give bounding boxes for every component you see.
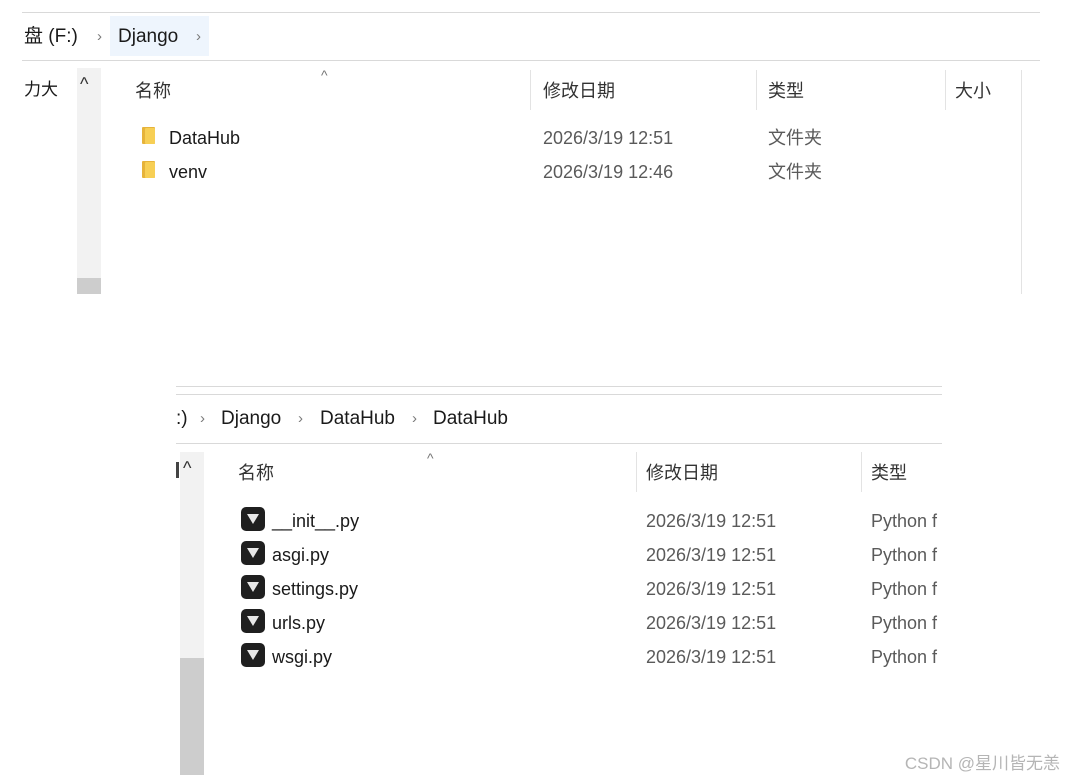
file-date: 2026/3/19 12:51 [646,647,777,667]
file-date: 2026/3/19 12:51 [646,579,777,599]
right-pane-divider [1021,70,1022,294]
python-file-icon [241,541,265,565]
python-file-icon [241,575,265,599]
file-date: 2026/3/19 12:51 [646,545,777,565]
file-list: __init__.py 2026/3/19 12:51 Python f asg… [0,0,942,780]
file-type: Python f [871,511,938,531]
file-name[interactable]: urls.py [272,611,325,635]
file-type: Python f [871,545,938,565]
python-file-icon [241,609,265,633]
watermark: CSDN @星川皆无恙 [904,754,1060,773]
file-date: 2026/3/19 12:51 [646,613,777,633]
file-name[interactable]: settings.py [272,577,358,601]
file-type: Python f [871,647,938,667]
file-type: Python f [871,579,938,599]
column-divider[interactable] [945,70,946,110]
python-file-icon [241,507,265,531]
file-date: 2026/3/19 12:51 [646,511,777,531]
file-name[interactable]: asgi.py [272,543,329,567]
column-header-size[interactable]: 大小 [955,79,991,103]
python-file-icon [241,643,265,667]
file-name[interactable]: wsgi.py [272,645,332,669]
file-name[interactable]: __init__.py [272,509,359,533]
file-type: Python f [871,613,938,633]
